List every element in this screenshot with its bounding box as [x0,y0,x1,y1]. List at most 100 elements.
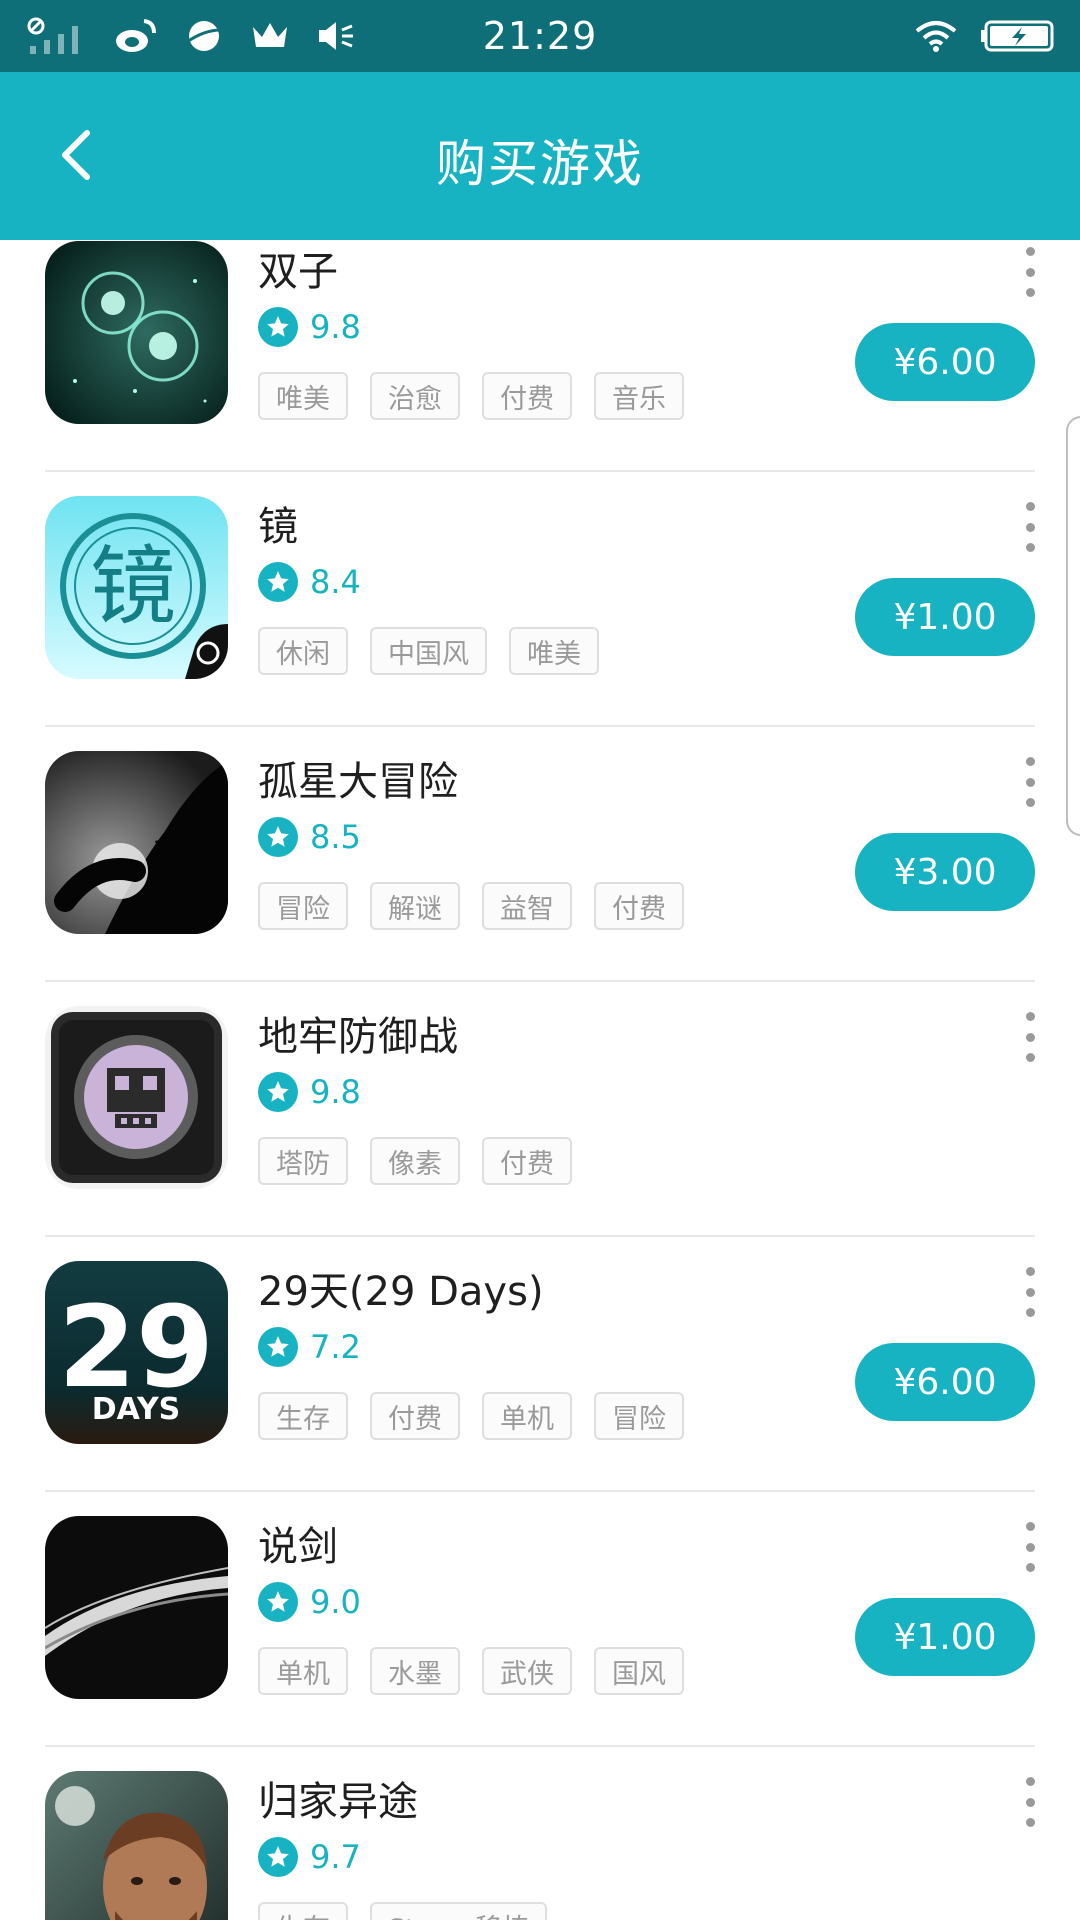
more-vertical-icon [1025,1777,1035,1786]
more-options-button[interactable] [1018,1012,1042,1062]
star-icon [258,562,298,602]
game-icon-shuojian[interactable] [45,1516,228,1699]
game-list[interactable]: 双子 9.8 唯美 治愈 付费 音乐 ¥6.00 镜 镜 8.4 休闲 中国风 … [0,240,1080,1920]
star-icon [258,1327,298,1367]
star-icon [258,1837,298,1877]
game-name: 双子 [258,249,338,295]
more-vertical-icon [1025,1267,1035,1276]
more-options-button[interactable] [1018,502,1042,552]
jing-glyph: 镜 [90,537,176,637]
tag[interactable]: 国风 [594,1647,684,1695]
game-icon-guxing[interactable] [45,751,228,934]
tag[interactable]: 塔防 [258,1137,348,1185]
game-name: 镜 [258,504,298,550]
game-icon-shuangzi[interactable] [45,241,228,424]
price-button[interactable]: ¥3.00 [855,833,1035,911]
game-name: 说剑 [258,1524,338,1570]
tag[interactable]: 音乐 [594,372,684,420]
tag-list: 单机 水墨 武侠 国风 [258,1647,684,1695]
game-score: 8.4 [310,563,361,601]
more-vertical-icon [1025,1012,1035,1021]
rating: 9.8 [258,307,361,347]
tag[interactable]: 治愈 [370,372,460,420]
rating: 9.0 [258,1582,361,1622]
tag-list: 塔防 像素 付费 [258,1137,572,1185]
price-button[interactable]: ¥6.00 [855,323,1035,401]
list-item[interactable]: 双子 9.8 唯美 治愈 付费 音乐 ¥6.00 [0,240,1080,472]
game-icon-jing[interactable]: 镜 [45,496,228,679]
list-item[interactable]: 说剑 9.0 单机 水墨 武侠 国风 ¥1.00 [0,1492,1080,1747]
rating: 9.7 [258,1837,361,1877]
tag-list: 生存 付费 单机 冒险 [258,1392,684,1440]
star-icon [258,817,298,857]
list-item[interactable]: 孤星大冒险 8.5 冒险 解谜 益智 付费 ¥3.00 [0,727,1080,982]
more-options-button[interactable] [1018,1267,1042,1317]
tag[interactable]: 水墨 [370,1647,460,1695]
game-score: 9.7 [310,1838,361,1876]
app-header: 购买游戏 [0,72,1080,240]
more-options-button[interactable] [1018,247,1042,297]
tag[interactable]: 益智 [482,882,572,930]
game-icon-dilao[interactable] [45,1006,228,1189]
game-score: 8.5 [310,818,361,856]
more-options-button[interactable] [1018,1522,1042,1572]
price-button[interactable]: ¥1.00 [855,578,1035,656]
tag-list: 生存 Steam移植 [258,1902,548,1920]
tag-list: 休闲 中国风 唯美 [258,627,599,675]
game-name: 孤星大冒险 [258,759,458,805]
more-vertical-icon [1025,757,1035,766]
game-score: 9.0 [310,1583,361,1621]
rating: 8.4 [258,562,361,602]
status-right-icons [914,14,1056,58]
edge-drawer-handle[interactable] [1066,416,1080,836]
tag[interactable]: 生存 [258,1392,348,1440]
tag[interactable]: 单机 [482,1392,572,1440]
game-name: 地牢防御战 [258,1014,458,1060]
price-button[interactable]: ¥1.00 [855,1598,1035,1676]
days-word-glyph: DAYS [92,1392,181,1427]
list-item[interactable]: 29 DAYS 29天(29 Days) 7.2 生存 付费 单机 冒险 ¥6.… [0,1237,1080,1492]
tag[interactable]: 武侠 [482,1647,572,1695]
list-item[interactable]: 地牢防御战 9.8 塔防 像素 付费 [0,982,1080,1237]
more-options-button[interactable] [1018,1777,1042,1827]
rating: 7.2 [258,1327,361,1367]
game-score: 9.8 [310,308,361,346]
page-title: 购买游戏 [436,135,644,193]
tag[interactable]: 解谜 [370,882,460,930]
more-vertical-icon [1025,1522,1035,1531]
more-options-button[interactable] [1018,757,1042,807]
star-icon [258,307,298,347]
battery-icon [980,19,1056,53]
tag[interactable]: 付费 [482,372,572,420]
star-icon [258,1072,298,1112]
tag[interactable]: 休闲 [258,627,348,675]
tag[interactable]: 冒险 [258,882,348,930]
tag[interactable]: 中国风 [370,627,487,675]
game-icon-29days[interactable]: 29 DAYS [45,1261,228,1444]
rating: 9.8 [258,1072,361,1112]
tag[interactable]: 生存 [258,1902,348,1920]
rating: 8.5 [258,817,361,857]
tag[interactable]: 唯美 [509,627,599,675]
list-item[interactable]: 归家异途 9.7 生存 Steam移植 [0,1747,1080,1920]
tag[interactable]: Steam移植 [370,1902,548,1920]
tag[interactable]: 付费 [594,882,684,930]
status-bar: 21:29 [0,0,1080,72]
tag-list: 唯美 治愈 付费 音乐 [258,372,684,420]
game-name: 归家异途 [258,1779,418,1825]
game-score: 7.2 [310,1328,361,1366]
tag[interactable]: 单机 [258,1647,348,1695]
more-vertical-icon [1025,502,1035,511]
star-icon [258,1582,298,1622]
tag[interactable]: 付费 [370,1392,460,1440]
tag[interactable]: 唯美 [258,372,348,420]
tag[interactable]: 像素 [370,1137,460,1185]
list-item[interactable]: 镜 镜 8.4 休闲 中国风 唯美 ¥1.00 [0,472,1080,727]
more-vertical-icon [1025,247,1035,256]
price-button[interactable]: ¥6.00 [855,1343,1035,1421]
wifi-icon [914,19,958,53]
tag[interactable]: 付费 [482,1137,572,1185]
game-icon-guijia[interactable] [45,1771,228,1920]
game-score: 9.8 [310,1073,361,1111]
tag[interactable]: 冒险 [594,1392,684,1440]
